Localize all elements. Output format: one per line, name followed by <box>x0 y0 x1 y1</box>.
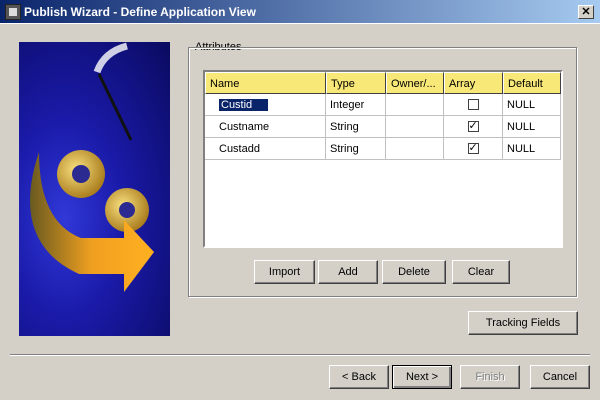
cell-owner[interactable] <box>386 116 444 138</box>
cell-type[interactable]: String <box>326 116 386 138</box>
table-row[interactable]: Custname String ✓ NULL <box>205 116 561 138</box>
column-header-default[interactable]: Default <box>503 72 561 94</box>
separator <box>10 354 590 356</box>
column-header-type[interactable]: Type <box>326 72 386 94</box>
gears-arrow-illustration <box>30 42 154 292</box>
check-icon: ✓ <box>468 120 478 132</box>
column-header-name[interactable]: Name <box>205 72 326 94</box>
cell-default[interactable]: NULL <box>503 116 561 138</box>
close-icon[interactable]: ✕ <box>578 5 594 19</box>
import-button[interactable]: Import <box>254 260 315 284</box>
back-button[interactable]: < Back <box>329 365 389 389</box>
table-row[interactable]: Custadd String ✓ NULL <box>205 138 561 160</box>
tracking-fields-button[interactable]: Tracking Fields <box>468 311 578 335</box>
array-checkbox[interactable]: ✓ <box>467 142 479 154</box>
app-icon <box>5 4 21 20</box>
array-checkbox[interactable] <box>467 99 479 110</box>
delete-button[interactable]: Delete <box>382 260 446 284</box>
table-row[interactable]: Custid Integer NULL <box>205 94 561 116</box>
cell-owner[interactable] <box>386 94 444 116</box>
clear-button[interactable]: Clear <box>452 260 510 284</box>
cell-default[interactable]: NULL <box>503 94 561 116</box>
gear-icon <box>57 150 149 232</box>
cell-name[interactable]: Custid <box>219 99 269 111</box>
column-header-array[interactable]: Array <box>444 72 503 94</box>
cell-name[interactable]: Custname <box>205 116 326 138</box>
title-bar: Publish Wizard - Define Application View… <box>0 0 600 24</box>
cell-type[interactable]: Integer <box>326 94 386 116</box>
next-button[interactable]: Next > <box>392 365 452 389</box>
cell-default[interactable]: NULL <box>503 138 561 160</box>
finish-button: Finish <box>460 365 520 389</box>
attributes-table[interactable]: Name Type Owner/... Array Default Custid… <box>203 70 563 248</box>
wizard-banner-image <box>19 42 170 336</box>
cancel-button[interactable]: Cancel <box>530 365 590 389</box>
cell-type[interactable]: String <box>326 138 386 160</box>
check-icon: ✓ <box>468 142 478 154</box>
array-checkbox[interactable]: ✓ <box>467 120 479 132</box>
cell-name[interactable]: Custadd <box>205 138 326 160</box>
table-header: Name Type Owner/... Array Default <box>205 72 561 94</box>
cell-owner[interactable] <box>386 138 444 160</box>
window-title: Publish Wizard - Define Application View <box>24 5 256 19</box>
add-button[interactable]: Add <box>318 260 378 284</box>
column-header-owner[interactable]: Owner/... <box>386 72 444 94</box>
